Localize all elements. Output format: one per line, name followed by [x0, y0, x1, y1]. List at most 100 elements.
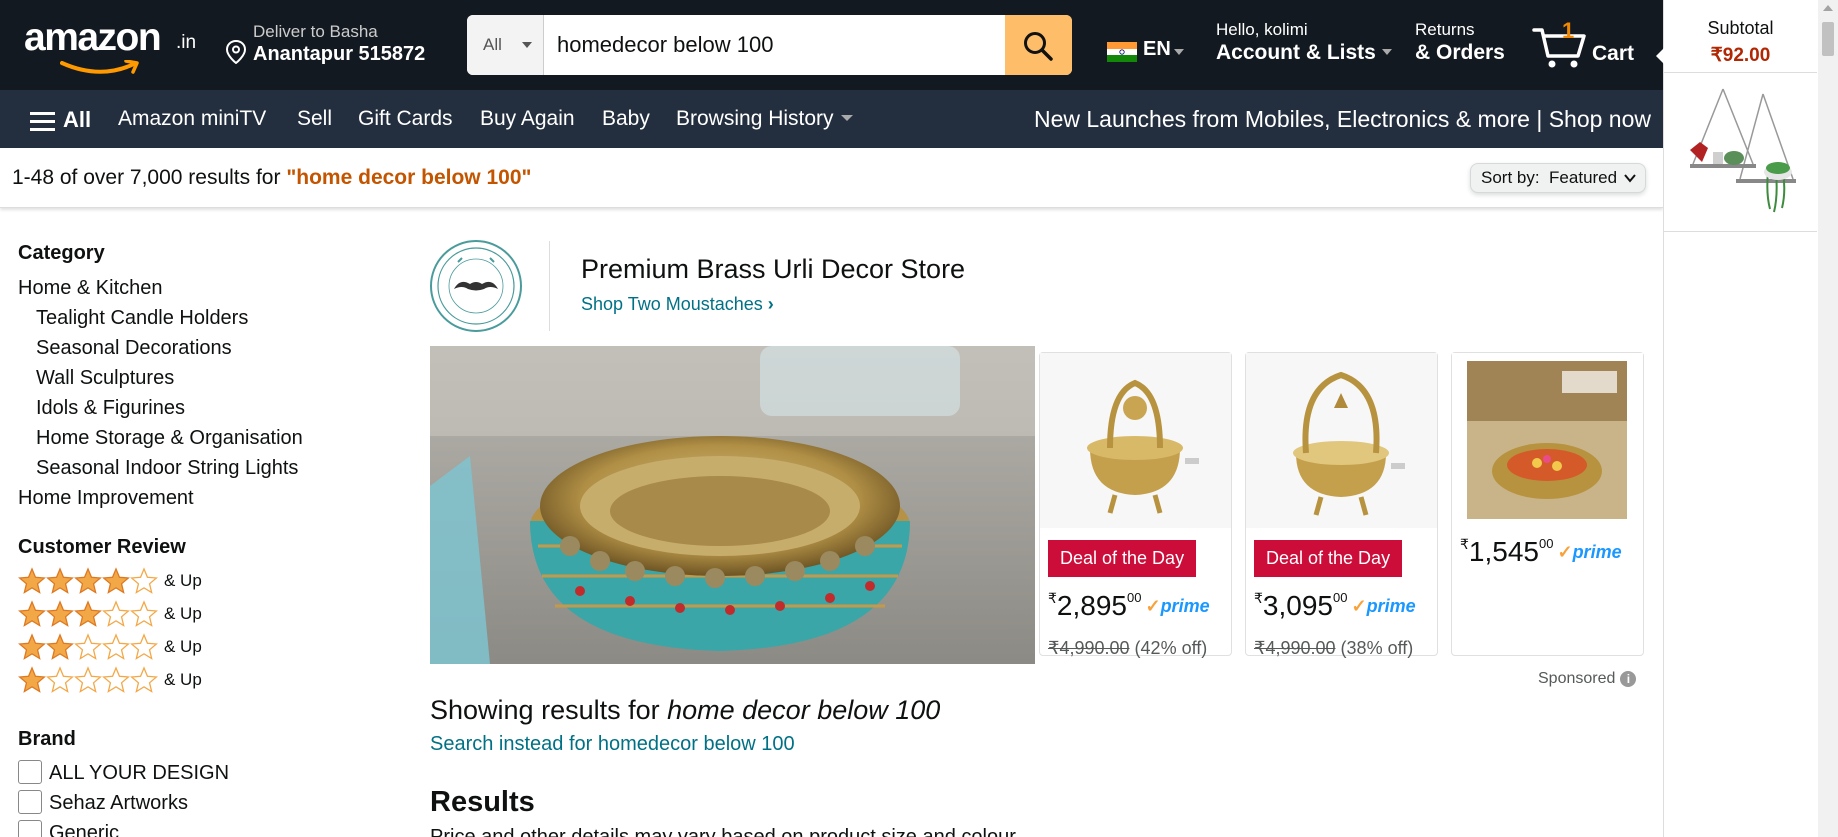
language-label: EN: [1143, 38, 1171, 60]
two-moustaches-logo[interactable]: [430, 240, 522, 332]
nav-item-minitv[interactable]: Amazon miniTV: [118, 107, 266, 131]
star-rating-icon: [18, 633, 158, 660]
sponsored-product-card[interactable]: Deal of the Day ₹3,09500 ✓prime ₹4,990.00…: [1245, 352, 1438, 658]
category-link[interactable]: Tealight Candle Holders: [36, 307, 248, 330]
review-filter-3[interactable]: & Up: [18, 600, 202, 630]
chevron-down-icon: [1624, 174, 1636, 183]
sponsored-product-card[interactable]: ₹1,54500 ✓prime: [1451, 352, 1644, 656]
cart-label: Cart: [1592, 42, 1635, 65]
product-price: ₹1,54500 ✓prime: [1460, 536, 1622, 567]
category-link[interactable]: Seasonal Decorations: [36, 337, 232, 360]
star-filled-icon: [46, 633, 74, 660]
brand-label[interactable]: Sehaz Artworks: [49, 792, 188, 815]
results-count-text: 1-48 of over 7,000 results for: [12, 166, 287, 189]
scrollbar-thumb[interactable]: [1822, 22, 1834, 56]
logo-suffix: .in: [176, 32, 197, 53]
category-link[interactable]: Idols & Figurines: [36, 397, 185, 420]
chevron-down-icon: [1174, 49, 1184, 55]
shop-brand-label: Shop Two Moustaches: [581, 294, 763, 314]
search-button[interactable]: [1005, 15, 1072, 75]
sponsored-hero-image[interactable]: [430, 346, 1035, 664]
brand-heading: Brand: [18, 728, 76, 750]
nav-promo-banner[interactable]: New Launches from Mobiles, Electronics &…: [1034, 106, 1651, 133]
nav-item-sell[interactable]: Sell: [297, 107, 332, 131]
sort-dropdown[interactable]: Sort by: Featured: [1470, 163, 1646, 193]
nav-item-buy-again[interactable]: Buy Again: [480, 107, 575, 131]
hamburger-menu-icon: [30, 112, 55, 131]
account-greeting: Hello, kolimi: [1216, 20, 1308, 39]
account-label: Account & Lists: [1216, 41, 1376, 64]
search-category-label: All: [483, 35, 502, 54]
search-input[interactable]: [557, 29, 957, 61]
brand-checkbox[interactable]: [18, 790, 42, 814]
nav-item-gift-cards[interactable]: Gift Cards: [358, 107, 453, 131]
review-filter-4[interactable]: & Up: [18, 567, 202, 597]
star-rating-icon: [18, 600, 158, 627]
product-image: [1040, 353, 1231, 528]
search-instead-link[interactable]: Search instead for homedecor below 100: [430, 733, 795, 756]
review-label: & Up: [164, 571, 202, 590]
account-lists[interactable]: Hello, kolimi Account & Lists: [1216, 20, 1392, 65]
cart-count: 1: [1562, 18, 1575, 43]
category-link[interactable]: Home Improvement: [18, 487, 194, 510]
star-empty-icon: [46, 666, 74, 693]
star-filled-icon: [46, 567, 74, 594]
shop-brand-link[interactable]: Shop Two Moustaches ›: [581, 294, 774, 315]
nav-all-menu[interactable]: All: [30, 107, 91, 133]
star-rating-icon: [18, 567, 158, 594]
star-empty-icon: [130, 600, 158, 627]
category-link[interactable]: Wall Sculptures: [36, 367, 174, 390]
cart-button[interactable]: 1 Cart: [1532, 18, 1652, 73]
deliver-line1: Deliver to Basha: [253, 22, 378, 41]
star-filled-icon: [74, 567, 102, 594]
star-empty-icon: [74, 666, 102, 693]
search-bar: All: [467, 15, 1072, 75]
results-main: Premium Brass Urli Decor Store Shop Two …: [430, 209, 1645, 837]
nav-item-browsing-history[interactable]: Browsing History: [676, 107, 853, 131]
product-mrp: ₹4,990.00 (38% off): [1254, 638, 1414, 658]
cart-item-thumbnail[interactable]: [1678, 84, 1804, 214]
category-link[interactable]: Seasonal Indoor String Lights: [36, 457, 298, 480]
page-scrollbar[interactable]: [1818, 0, 1838, 837]
review-filter-2[interactable]: & Up: [18, 633, 202, 663]
sponsored-label[interactable]: Sponsored i: [1538, 670, 1637, 688]
corrected-query: home decor below 100: [667, 695, 941, 725]
chevron-right-icon: ›: [767, 294, 774, 314]
sponsored-product-card[interactable]: Deal of the Day ₹2,89500 ✓prime ₹4,990.00…: [1039, 352, 1232, 658]
logo-smile-icon: [60, 60, 139, 74]
star-filled-icon: [102, 567, 130, 594]
brand-checkbox[interactable]: [18, 820, 42, 837]
review-label: & Up: [164, 637, 202, 656]
deal-badge: Deal of the Day: [1048, 540, 1197, 577]
category-link[interactable]: Home & Kitchen: [18, 277, 163, 300]
category-link[interactable]: Home Storage & Organisation: [36, 427, 303, 450]
amazon-logo[interactable]: amazon .in: [24, 16, 199, 74]
star-empty-icon: [102, 633, 130, 660]
star-empty-icon: [130, 567, 158, 594]
star-empty-icon: [102, 600, 130, 627]
product-image: [1246, 353, 1437, 528]
info-icon: i: [1620, 671, 1637, 687]
product-mrp: ₹4,990.00 (42% off): [1048, 638, 1208, 658]
brand-checkbox[interactable]: [18, 760, 42, 784]
product-price: ₹2,89500 ✓prime: [1048, 590, 1210, 621]
location-pin-icon: [226, 40, 246, 64]
nav-item-baby[interactable]: Baby: [602, 107, 650, 131]
sponsored-brand-title[interactable]: Premium Brass Urli Decor Store: [581, 254, 965, 285]
star-filled-icon: [46, 600, 74, 627]
brand-label[interactable]: Generic: [49, 822, 119, 837]
product-price: ₹3,09500 ✓prime: [1254, 590, 1416, 621]
chevron-down-icon: [522, 42, 532, 48]
star-filled-icon: [18, 666, 46, 693]
star-filled-icon: [18, 600, 46, 627]
results-heading: Results: [430, 786, 535, 818]
scroll-up-icon[interactable]: [1823, 5, 1833, 11]
star-filled-icon: [74, 600, 102, 627]
subtotal-label: Subtotal: [1707, 18, 1774, 38]
returns-orders[interactable]: Returns & Orders: [1415, 20, 1505, 65]
review-filter-1[interactable]: & Up: [18, 666, 202, 696]
search-category-dropdown[interactable]: All: [467, 15, 544, 75]
brand-label[interactable]: ALL YOUR DESIGN: [49, 762, 229, 785]
moustache-icon: [437, 247, 515, 325]
subtotal-value: ₹92.00: [1710, 45, 1771, 66]
